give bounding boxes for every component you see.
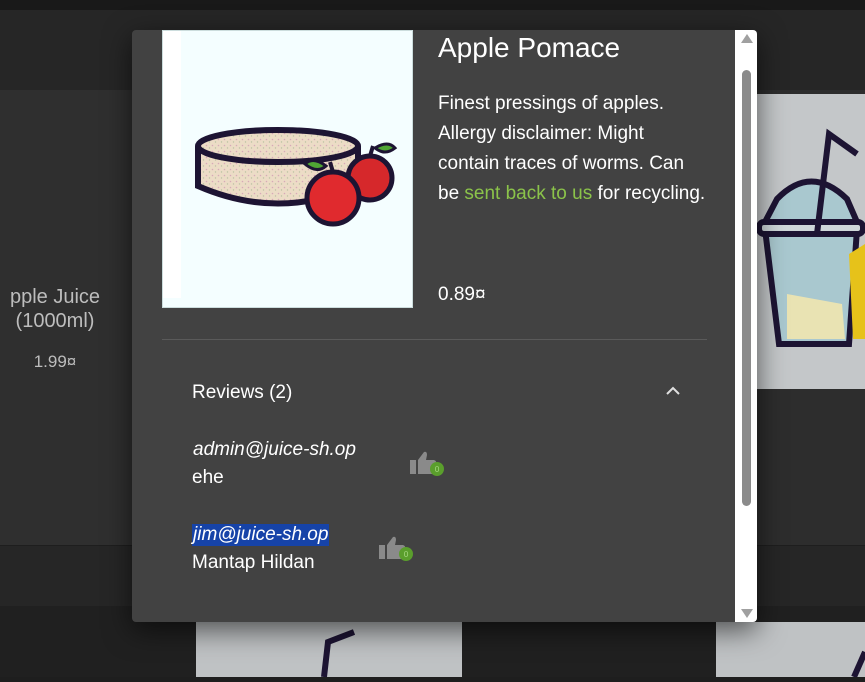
product-description: Finest pressings of apples. Allergy disc… xyxy=(438,93,706,204)
review-item: admin@juice-sh.op ehe xyxy=(192,439,357,489)
svg-text:0: 0 xyxy=(434,465,439,474)
product-image xyxy=(162,30,413,308)
product-image-bottom-right xyxy=(716,622,865,679)
reviews-title: Reviews (2) xyxy=(192,382,293,403)
review-item: jim@juice-sh.op Mantap Hildan xyxy=(192,524,330,574)
review-text: ehe xyxy=(192,467,224,488)
scroll-thumb[interactable] xyxy=(742,70,751,506)
top-bar xyxy=(0,0,865,10)
sent-back-link[interactable]: sent back to us xyxy=(464,183,592,204)
product-image-bottom xyxy=(196,622,462,678)
product-price: 0.89¤ xyxy=(438,284,486,305)
scroll-down-arrow-icon[interactable] xyxy=(741,609,753,618)
product-details-dialog: Apple Pomace Finest pressings of apples.… xyxy=(132,30,757,622)
divider xyxy=(162,339,707,340)
juice-cup-image xyxy=(756,94,865,389)
product-title: Apple Pomace xyxy=(438,32,621,63)
review-text: Mantap Hildan xyxy=(192,552,315,573)
svg-text:0: 0 xyxy=(403,550,408,559)
reviews-expansion-header[interactable]: Reviews (2) xyxy=(192,382,692,408)
review-author: jim@juice-sh.op xyxy=(192,524,330,546)
chevron-up-icon[interactable] xyxy=(664,382,682,400)
like-icon[interactable]: 0 xyxy=(408,450,446,478)
review-author: admin@juice-sh.op xyxy=(193,439,356,460)
dialog-scrollbar[interactable] xyxy=(735,30,757,622)
background-product-card-right[interactable] xyxy=(756,90,865,545)
like-icon[interactable]: 0 xyxy=(377,535,415,563)
scroll-up-arrow-icon[interactable] xyxy=(741,34,753,43)
background-product-price: 1.99¤ xyxy=(33,352,77,371)
background-product-name: pple Juice (1000ml) xyxy=(9,286,101,332)
